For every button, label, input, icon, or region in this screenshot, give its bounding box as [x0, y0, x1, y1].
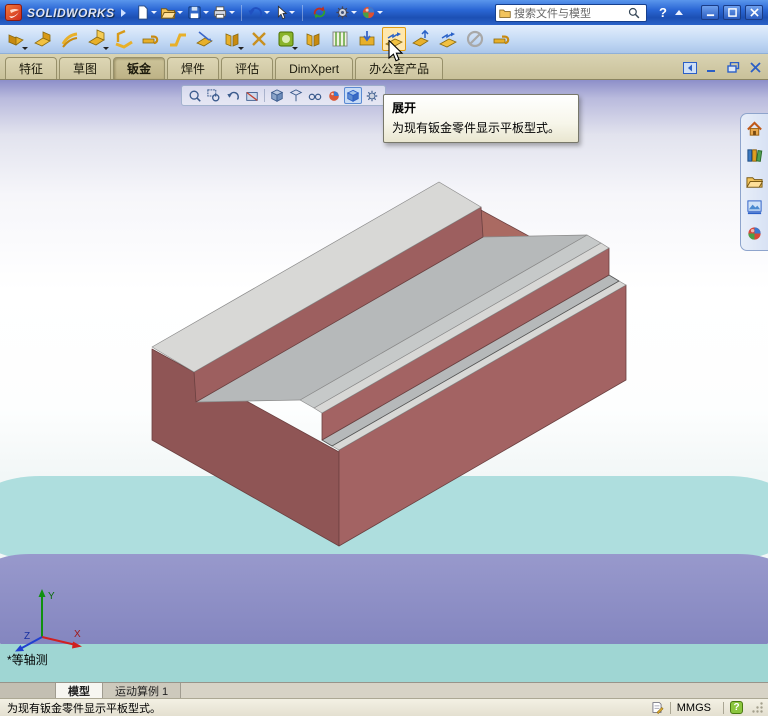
status-message: 为现有钣金零件显示平板型式。 — [7, 702, 161, 715]
tab-weldments[interactable]: 焊件 — [167, 57, 220, 79]
tool-vent-button[interactable] — [328, 27, 352, 51]
tool-flatten-button[interactable] — [436, 27, 460, 51]
search-icon[interactable] — [628, 7, 640, 19]
help-button[interactable]: ? — [659, 5, 667, 20]
toolbar-separator — [264, 89, 265, 102]
display-style-button[interactable] — [287, 87, 305, 104]
view-orientation-label: *等轴测 — [7, 653, 48, 667]
tool-edge-flange-button[interactable] — [85, 27, 109, 51]
rebuild-button[interactable] — [308, 2, 332, 23]
tab-dimxpert[interactable]: DimXpert — [275, 57, 354, 79]
toolbar-separator — [301, 4, 303, 21]
tool-closed-corner-button[interactable] — [220, 27, 244, 51]
document-tab-bar: 模型 运动算例 1 — [0, 682, 768, 698]
tooltip-description: 为现有钣金零件显示平板型式。 — [392, 121, 561, 135]
graphics-viewport[interactable]: 展开 为现有钣金零件显示平板型式。 Y X Z *等轴测 — [0, 80, 768, 682]
doc-minimize-button[interactable] — [703, 60, 720, 75]
toolbar-separator — [240, 4, 242, 21]
units-label[interactable]: MMGS — [677, 702, 711, 714]
tooltip: 展开 为现有钣金零件显示平板型式。 — [383, 94, 579, 143]
tab-sheet-metal[interactable]: 钣金 — [113, 57, 166, 79]
minimize-button[interactable] — [701, 5, 719, 20]
doc-restore-button[interactable] — [725, 60, 742, 75]
triad-z-label: Z — [24, 631, 30, 642]
edit-status-icon — [652, 702, 664, 714]
status-bar: 为现有钣金零件显示平板型式。 MMGS ? — [0, 698, 768, 716]
tool-no-bends-button[interactable] — [463, 27, 487, 51]
tool-convert-to-sheet-metal-button[interactable] — [31, 27, 55, 51]
search-input[interactable]: 搜索文件与模型 — [514, 5, 625, 21]
tab-features[interactable]: 特征 — [5, 57, 58, 79]
select-button[interactable] — [273, 2, 297, 23]
sheet-metal-toolbar — [0, 25, 768, 54]
solidworks-logo-icon — [5, 4, 22, 21]
title-bar: SOLIDWORKS 搜索文件与模型 ? — [0, 0, 768, 25]
edit-appearance-button[interactable] — [360, 2, 384, 23]
app-title: SOLIDWORKS — [27, 5, 115, 20]
hide-show-items-button[interactable] — [306, 87, 324, 104]
resize-grip[interactable] — [751, 701, 764, 714]
reference-triad: Y X Z — [15, 589, 82, 652]
tab-model[interactable]: 模型 — [56, 683, 103, 698]
maximize-button[interactable] — [723, 5, 741, 20]
view-palette-button[interactable] — [744, 196, 766, 218]
apply-scene-button[interactable] — [344, 87, 362, 104]
tab-evaluate[interactable]: 评估 — [221, 57, 274, 79]
print-button[interactable] — [212, 2, 236, 23]
tool-corner-trim-button[interactable] — [247, 27, 271, 51]
options-button[interactable] — [334, 2, 358, 23]
tool-miter-flange-button[interactable] — [112, 27, 136, 51]
zoom-fit-button[interactable] — [186, 87, 204, 104]
save-button[interactable] — [186, 2, 210, 23]
tool-fold-button[interactable] — [409, 27, 433, 51]
command-manager-tabs: 特征 草图 钣金 焊件 评估 DimXpert 办公室产品 — [0, 54, 768, 80]
section-view-button[interactable] — [243, 87, 261, 104]
sheet-metal-part[interactable] — [0, 80, 768, 682]
tooltip-title: 展开 — [392, 101, 417, 115]
tool-lofted-bend-button[interactable] — [58, 27, 82, 51]
undo-button[interactable] — [247, 2, 271, 23]
tool-forming-tool-button[interactable] — [274, 27, 298, 51]
task-pane — [740, 113, 768, 251]
tool-jog-button[interactable] — [166, 27, 190, 51]
edit-appearance-button[interactable] — [325, 87, 343, 104]
view-settings-button[interactable] — [363, 87, 381, 104]
tab-area-splitter[interactable] — [0, 683, 56, 698]
design-library-button[interactable] — [744, 144, 766, 166]
search-bar[interactable]: 搜索文件与模型 — [495, 3, 648, 22]
quick-tips-button[interactable]: ? — [730, 701, 743, 714]
triad-y-label: Y — [48, 591, 55, 602]
statusbar-separator — [669, 701, 671, 714]
solidworks-resources-button[interactable] — [744, 118, 766, 140]
tab-sketch[interactable]: 草图 — [59, 57, 112, 79]
tab-motion-study[interactable]: 运动算例 1 — [103, 683, 182, 698]
collapse-pane-button[interactable] — [681, 60, 698, 75]
view-orientation-button[interactable] — [268, 87, 286, 104]
tool-sketched-bend-button[interactable] — [193, 27, 217, 51]
file-explorer-button[interactable] — [744, 170, 766, 192]
triad-x-label: X — [74, 629, 81, 640]
tool-extruded-cut-button[interactable] — [355, 27, 379, 51]
collapse-menu-icon[interactable] — [675, 10, 683, 15]
tool-hem-button[interactable] — [139, 27, 163, 51]
doc-close-button[interactable] — [747, 60, 764, 75]
statusbar-separator — [723, 701, 724, 714]
search-scope-icon — [499, 9, 511, 18]
mouse-cursor — [388, 40, 404, 62]
appearances-button[interactable] — [744, 222, 766, 244]
open-button[interactable] — [160, 2, 184, 23]
new-document-button[interactable] — [134, 2, 158, 23]
tool-base-flange-button[interactable] — [4, 27, 28, 51]
zoom-area-button[interactable] — [205, 87, 223, 104]
previous-view-button[interactable] — [224, 87, 242, 104]
tool-insert-bends-button[interactable] — [490, 27, 514, 51]
close-button[interactable] — [745, 5, 763, 20]
heads-up-view-toolbar — [181, 85, 386, 106]
menu-expand-icon[interactable] — [120, 8, 126, 17]
tool-sheet-metal-gusset-button[interactable] — [301, 27, 325, 51]
